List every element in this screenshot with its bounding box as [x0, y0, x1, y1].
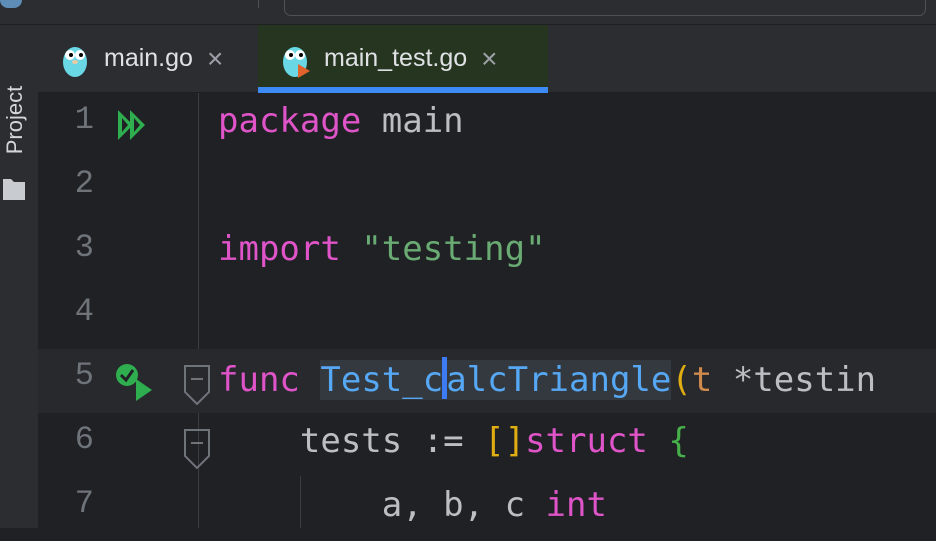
code-token: Test_c — [320, 360, 444, 400]
tab-main-test-go[interactable]: main_test.go × — [258, 25, 548, 93]
code-token: a, b, c — [218, 485, 546, 525]
title-bar — [0, 0, 936, 25]
gopher-test-icon — [283, 46, 310, 78]
code-editor[interactable]: 1 package main 2 3 import "testing" 4 5 … — [38, 93, 936, 528]
close-icon[interactable]: × — [207, 44, 223, 73]
line-number: 7 — [74, 485, 94, 522]
run-all-icon[interactable] — [116, 107, 152, 143]
code-token: [] — [484, 421, 526, 461]
code-token: "testing" — [361, 229, 546, 269]
code-line: 2 — [38, 157, 936, 221]
code-token: import — [218, 229, 341, 269]
project-tab-label: Project — [2, 85, 27, 155]
code-text: package main — [218, 101, 464, 141]
code-line: 7 a, b, c int — [38, 477, 936, 541]
line-number: 6 — [74, 421, 94, 458]
toolbar-separator — [258, 0, 259, 8]
close-icon[interactable]: × — [481, 44, 497, 73]
code-token: main — [361, 101, 464, 141]
tab-label: main_test.go — [324, 44, 468, 72]
fold-icon[interactable] — [184, 365, 210, 405]
code-token: ( — [671, 360, 692, 400]
folder-icon — [3, 179, 25, 200]
code-line: 6 tests := []struct { — [38, 413, 936, 477]
code-line: 3 import "testing" — [38, 221, 936, 285]
line-number: 4 — [74, 293, 94, 330]
code-token: tests := — [218, 421, 485, 461]
code-line: 1 package main — [38, 93, 936, 157]
search-everywhere-field[interactable] — [284, 0, 926, 16]
code-token: alcTriangle — [446, 360, 672, 400]
code-token: *testin — [712, 360, 877, 400]
line-number: 1 — [74, 101, 94, 138]
code-token: func — [218, 360, 300, 400]
tab-label: main.go — [104, 44, 193, 72]
fold-icon[interactable] — [184, 429, 210, 469]
code-token: t — [691, 360, 713, 400]
line-number: 5 — [74, 357, 94, 394]
code-line-current: 5 func Test_calcTriangle(t *testin — [38, 349, 936, 413]
code-text: import "testing" — [218, 229, 546, 269]
code-text: a, b, c int — [218, 485, 607, 525]
editor-tab-bar: main.go × main_test.go × — [38, 25, 936, 93]
run-test-icon[interactable] — [114, 361, 154, 401]
code-token: package — [218, 101, 362, 141]
identifier-highlight: Test_calcTriangle — [320, 357, 672, 400]
code-text: func Test_calcTriangle(t *testin — [218, 357, 876, 400]
code-token: struct — [525, 421, 648, 461]
tab-main-go[interactable]: main.go × — [60, 25, 260, 92]
line-number: 3 — [74, 229, 94, 266]
left-tool-strip: Project — [0, 25, 39, 528]
project-tool-window-tab[interactable]: Project — [0, 47, 30, 207]
app-logo-icon — [0, 0, 22, 8]
code-text: tests := []struct { — [218, 421, 689, 461]
gopher-icon — [63, 46, 87, 77]
code-line: 4 — [38, 285, 936, 349]
code-token: { — [668, 421, 689, 461]
code-token: int — [545, 485, 607, 525]
line-number: 2 — [74, 165, 94, 202]
